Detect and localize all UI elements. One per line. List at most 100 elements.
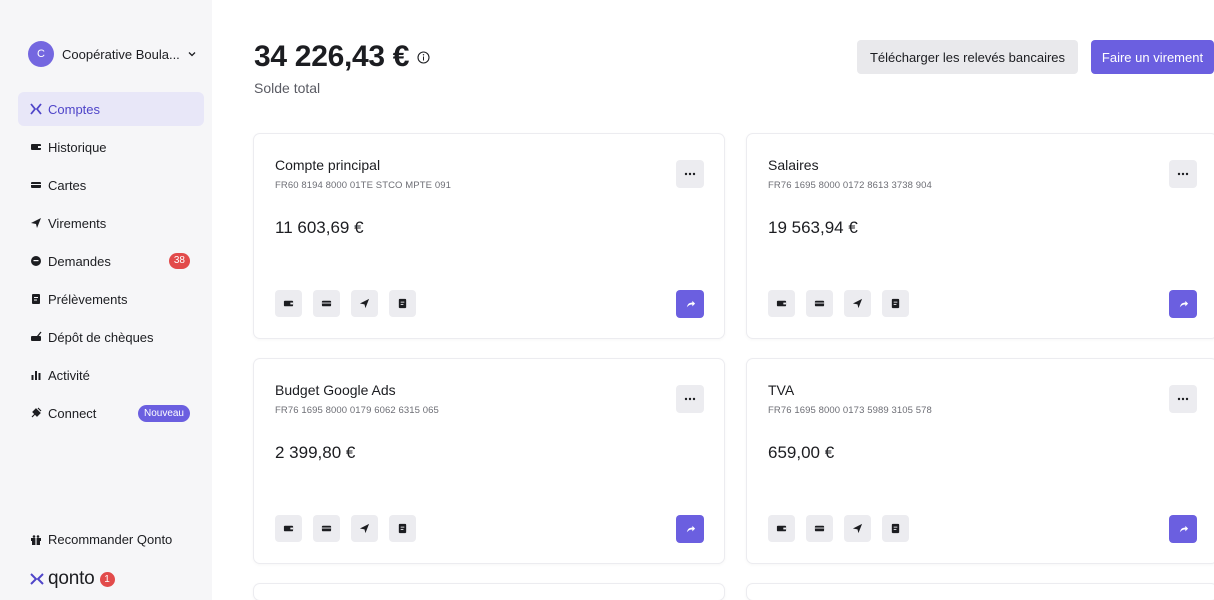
document-icon — [30, 293, 42, 305]
qonto-logo-mark-icon — [30, 573, 44, 585]
card-icon — [814, 525, 825, 532]
make-transfer-button[interactable]: Faire un virement — [1091, 40, 1214, 74]
more-horizontal-icon — [684, 172, 696, 176]
accounts-icon — [30, 103, 42, 115]
document-icon — [891, 523, 900, 534]
account-balance: 659,00 € — [768, 443, 835, 462]
account-history-button[interactable] — [275, 515, 302, 542]
sidebar-item-label: Dépôt de chèques — [48, 329, 154, 345]
account-transfer-button[interactable] — [844, 290, 871, 317]
account-card[interactable]: Compte principal FR60 8194 8000 01TE STC… — [254, 134, 724, 338]
total-balance: 34 226,43 € — [254, 40, 430, 74]
account-direct-debits-button[interactable] — [389, 515, 416, 542]
send-icon — [852, 523, 863, 534]
organization-switcher[interactable]: C Coopérative Boula... — [28, 41, 198, 67]
sidebar-item-cartes[interactable]: Cartes — [18, 168, 204, 202]
account-card[interactable]: Budget Google Ads FR76 1695 8000 0179 60… — [254, 359, 724, 563]
recommend-label: Recommander Qonto — [48, 532, 173, 547]
history-icon — [30, 141, 42, 153]
open-account-button[interactable] — [1169, 515, 1197, 543]
account-name: Compte principal — [275, 157, 381, 173]
open-account-button[interactable] — [676, 290, 704, 318]
account-card[interactable] — [254, 584, 724, 600]
account-direct-debits-button[interactable] — [882, 290, 909, 317]
sidebar-item-prelevements[interactable]: Prélèvements — [18, 282, 204, 316]
more-horizontal-icon — [1177, 172, 1189, 176]
card-icon — [321, 525, 332, 532]
download-statements-button[interactable]: Télécharger les relevés bancaires — [857, 40, 1078, 74]
account-balance: 11 603,69 € — [275, 218, 364, 237]
recommend-qonto-link[interactable]: Recommander Qonto — [30, 532, 172, 547]
sidebar-item-comptes[interactable]: Comptes — [18, 92, 204, 126]
account-card[interactable] — [747, 584, 1214, 600]
account-cards-button[interactable] — [806, 515, 833, 542]
qonto-logo: qonto 1 — [30, 568, 115, 590]
more-options-button[interactable] — [1169, 385, 1197, 413]
bar-chart-icon — [30, 369, 42, 381]
document-icon — [398, 298, 407, 309]
sidebar-item-label: Connect — [48, 405, 97, 421]
history-icon — [283, 300, 294, 307]
plug-icon — [30, 407, 42, 419]
sidebar-item-label: Cartes — [48, 177, 87, 193]
card-icon — [814, 300, 825, 307]
account-name: Salaires — [768, 157, 819, 173]
account-cards-button[interactable] — [806, 290, 833, 317]
more-options-button[interactable] — [676, 160, 704, 188]
account-transfer-button[interactable] — [351, 290, 378, 317]
sidebar-item-label: Virements — [48, 215, 107, 231]
account-direct-debits-button[interactable] — [389, 290, 416, 317]
history-icon — [776, 525, 787, 532]
new-badge: Nouveau — [137, 405, 190, 422]
account-history-button[interactable] — [768, 515, 795, 542]
sidebar-item-label: Historique — [48, 139, 107, 155]
send-icon — [359, 523, 370, 534]
sidebar-item-connect[interactable]: Connect Nouveau — [18, 396, 204, 430]
sidebar-item-label: Activité — [48, 367, 90, 383]
account-history-button[interactable] — [768, 290, 795, 317]
open-account-button[interactable] — [1169, 290, 1197, 318]
org-avatar: C — [28, 41, 54, 67]
app: C Coopérative Boula... Comptes Historiqu… — [0, 0, 1214, 600]
sidebar-item-depot-cheques[interactable]: Dépôt de chèques — [18, 320, 204, 354]
sidebar-item-virements[interactable]: Virements — [18, 206, 204, 240]
account-transfer-button[interactable] — [844, 515, 871, 542]
requests-count-badge: 38 — [168, 253, 190, 269]
sidebar-item-label: Prélèvements — [48, 291, 128, 307]
account-balance: 19 563,94 € — [768, 218, 858, 237]
account-card[interactable]: TVA FR76 1695 8000 0173 5989 3105 578 65… — [747, 359, 1214, 563]
arrow-forward-icon — [1179, 300, 1188, 307]
history-icon — [776, 300, 787, 307]
more-options-button[interactable] — [676, 385, 704, 413]
total-balance-label: Solde total — [254, 80, 321, 96]
card-icon — [30, 179, 42, 191]
send-icon — [359, 298, 370, 309]
account-transfer-button[interactable] — [351, 515, 378, 542]
account-card[interactable]: Salaires FR76 1695 8000 0172 8613 3738 9… — [747, 134, 1214, 338]
sidebar-item-historique[interactable]: Historique — [18, 130, 204, 164]
account-cards-button[interactable] — [313, 290, 340, 317]
account-iban: FR76 1695 8000 0172 8613 3738 904 — [768, 180, 932, 191]
account-history-button[interactable] — [275, 290, 302, 317]
chevron-down-icon — [188, 52, 196, 57]
send-icon — [30, 217, 42, 229]
account-iban: FR60 8194 8000 01TE STCO MPTE 091 — [275, 180, 451, 191]
more-horizontal-icon — [1177, 397, 1189, 401]
more-options-button[interactable] — [1169, 160, 1197, 188]
info-icon[interactable] — [417, 50, 430, 64]
more-horizontal-icon — [684, 397, 696, 401]
sidebar-item-demandes[interactable]: Demandes 38 — [18, 244, 204, 278]
org-name: Coopérative Boula... — [62, 46, 180, 62]
account-name: TVA — [768, 382, 795, 398]
logo-text: qonto — [48, 568, 95, 589]
account-direct-debits-button[interactable] — [882, 515, 909, 542]
sidebar-item-label: Demandes — [48, 253, 111, 269]
account-cards-button[interactable] — [313, 515, 340, 542]
notification-badge[interactable]: 1 — [99, 571, 115, 587]
account-iban: FR76 1695 8000 0179 6062 6315 065 — [275, 405, 439, 416]
history-icon — [283, 525, 294, 532]
open-account-button[interactable] — [676, 515, 704, 543]
sidebar-item-activite[interactable]: Activité — [18, 358, 204, 392]
gift-icon — [31, 534, 41, 545]
document-icon — [398, 523, 407, 534]
